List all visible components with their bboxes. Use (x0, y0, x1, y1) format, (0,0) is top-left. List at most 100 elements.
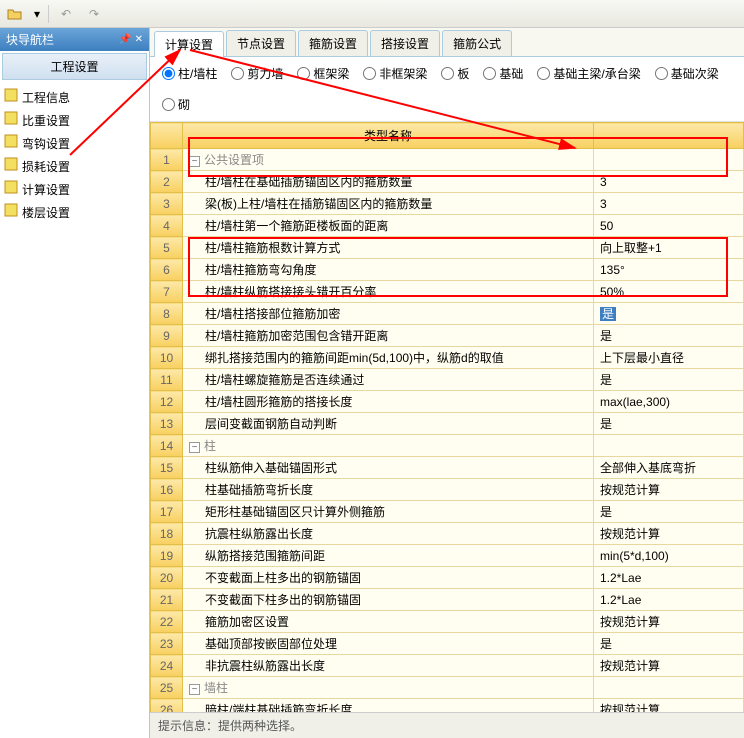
row-name[interactable]: 非抗震柱纵筋露出长度 (183, 655, 594, 677)
table-row[interactable]: 10绑扎搭接范围内的箍筋间距min(5d,100)中，纵筋d的取值上下层最小直径 (151, 347, 744, 369)
row-value[interactable]: 是 (594, 369, 744, 391)
row-name[interactable]: 柱基础插筋弯折长度 (183, 479, 594, 501)
sidebar-item-0[interactable]: 工程信息 (2, 86, 147, 109)
radio-input-5[interactable] (483, 67, 496, 80)
table-row[interactable]: 4柱/墙柱第一个箍筋距楼板面的距离50 (151, 215, 744, 237)
table-row[interactable]: 18抗震柱纵筋露出长度按规范计算 (151, 523, 744, 545)
table-row[interactable]: 9柱/墙柱箍筋加密范围包含错开距离是 (151, 325, 744, 347)
row-name[interactable]: 柱/墙柱圆形箍筋的搭接长度 (183, 391, 594, 413)
pin-icon[interactable]: 📌 ✕ (119, 34, 143, 45)
row-value[interactable]: 按规范计算 (594, 479, 744, 501)
radio-0[interactable]: 柱/墙柱 (162, 65, 217, 82)
table-row[interactable]: 16柱基础插筋弯折长度按规范计算 (151, 479, 744, 501)
row-name[interactable]: 柱/墙柱在基础插筋锚固区内的箍筋数量 (183, 171, 594, 193)
radio-8[interactable]: 砌 (162, 96, 190, 113)
table-row[interactable]: 23基础顶部按嵌固部位处理是 (151, 633, 744, 655)
table-row[interactable]: 7柱/墙柱纵筋搭接接头错开百分率50% (151, 281, 744, 303)
redo-icon[interactable]: ↷ (83, 3, 105, 25)
row-value[interactable]: 3 (594, 193, 744, 215)
table-row[interactable]: 13层间变截面钢筋自动判断是 (151, 413, 744, 435)
row-name[interactable]: 抗震柱纵筋露出长度 (183, 523, 594, 545)
row-value[interactable] (594, 677, 744, 699)
collapse-icon[interactable]: − (189, 156, 200, 167)
table-row[interactable]: 8柱/墙柱搭接部位箍筋加密是 (151, 303, 744, 325)
row-value[interactable]: 是 (594, 501, 744, 523)
table-row[interactable]: 14−柱 (151, 435, 744, 457)
radio-input-3[interactable] (363, 67, 376, 80)
row-name[interactable]: 柱/墙柱箍筋根数计算方式 (183, 237, 594, 259)
row-value[interactable]: 按规范计算 (594, 699, 744, 713)
row-name[interactable]: −柱 (183, 435, 594, 457)
radio-7[interactable]: 基础次梁 (655, 65, 719, 82)
table-row[interactable]: 15柱纵筋伸入基础锚固形式全部伸入基底弯折 (151, 457, 744, 479)
row-name[interactable]: 纵筋搭接范围箍筋间距 (183, 545, 594, 567)
row-name[interactable]: 柱纵筋伸入基础锚固形式 (183, 457, 594, 479)
row-name[interactable]: 不变截面下柱多出的钢筋锚固 (183, 589, 594, 611)
row-name[interactable]: −公共设置项 (183, 149, 594, 171)
tab-0[interactable]: 计算设置 (154, 31, 224, 57)
table-row[interactable]: 24非抗震柱纵筋露出长度按规范计算 (151, 655, 744, 677)
sidebar-item-1[interactable]: 比重设置 (2, 109, 147, 132)
row-value[interactable]: 按规范计算 (594, 523, 744, 545)
row-name[interactable]: 基础顶部按嵌固部位处理 (183, 633, 594, 655)
row-value[interactable]: 全部伸入基底弯折 (594, 457, 744, 479)
row-name[interactable]: −墙柱 (183, 677, 594, 699)
row-value[interactable]: 按规范计算 (594, 655, 744, 677)
row-value[interactable]: 50 (594, 215, 744, 237)
radio-input-7[interactable] (655, 67, 668, 80)
table-row[interactable]: 11柱/墙柱螺旋箍筋是否连续通过是 (151, 369, 744, 391)
row-name[interactable]: 不变截面上柱多出的钢筋锚固 (183, 567, 594, 589)
table-row[interactable]: 2柱/墙柱在基础插筋锚固区内的箍筋数量3 (151, 171, 744, 193)
table-row[interactable]: 22箍筋加密区设置按规范计算 (151, 611, 744, 633)
radio-4[interactable]: 板 (441, 65, 469, 82)
sidebar-item-5[interactable]: 楼层设置 (2, 201, 147, 224)
row-name[interactable]: 柱/墙柱螺旋箍筋是否连续通过 (183, 369, 594, 391)
row-name[interactable]: 柱/墙柱箍筋弯勾角度 (183, 259, 594, 281)
row-value[interactable]: 50% (594, 281, 744, 303)
row-value[interactable]: min(5*d,100) (594, 545, 744, 567)
radio-2[interactable]: 框架梁 (297, 65, 349, 82)
row-name[interactable]: 梁(板)上柱/墙柱在插筋锚固区内的箍筋数量 (183, 193, 594, 215)
table-row[interactable]: 25−墙柱 (151, 677, 744, 699)
table-row[interactable]: 17矩形柱基础锚固区只计算外侧箍筋是 (151, 501, 744, 523)
radio-3[interactable]: 非框架梁 (363, 65, 427, 82)
table-row[interactable]: 3梁(板)上柱/墙柱在插筋锚固区内的箍筋数量3 (151, 193, 744, 215)
row-value[interactable]: 是 (594, 633, 744, 655)
radio-6[interactable]: 基础主梁/承台梁 (537, 65, 640, 82)
tab-3[interactable]: 搭接设置 (370, 30, 440, 56)
row-value[interactable]: 3 (594, 171, 744, 193)
collapse-icon[interactable]: − (189, 442, 200, 453)
table-row[interactable]: 20不变截面上柱多出的钢筋锚固1.2*Lae (151, 567, 744, 589)
table-row[interactable]: 26暗柱/端柱基础插筋弯折长度按规范计算 (151, 699, 744, 713)
tab-4[interactable]: 箍筋公式 (442, 30, 512, 56)
radio-5[interactable]: 基础 (483, 65, 523, 82)
row-name[interactable]: 柱/墙柱箍筋加密范围包含错开距离 (183, 325, 594, 347)
row-name[interactable]: 柱/墙柱第一个箍筋距楼板面的距离 (183, 215, 594, 237)
row-value[interactable]: 是 (594, 413, 744, 435)
row-value[interactable]: max(lae,300) (594, 391, 744, 413)
tab-2[interactable]: 箍筋设置 (298, 30, 368, 56)
radio-input-4[interactable] (441, 67, 454, 80)
row-name[interactable]: 层间变截面钢筋自动判断 (183, 413, 594, 435)
row-value[interactable]: 按规范计算 (594, 611, 744, 633)
row-value[interactable] (594, 149, 744, 171)
table-row[interactable]: 5柱/墙柱箍筋根数计算方式向上取整+1 (151, 237, 744, 259)
radio-input-2[interactable] (297, 67, 310, 80)
row-name[interactable]: 柱/墙柱搭接部位箍筋加密 (183, 303, 594, 325)
tab-1[interactable]: 节点设置 (226, 30, 296, 56)
table-row[interactable]: 1−公共设置项 (151, 149, 744, 171)
radio-input-1[interactable] (231, 67, 244, 80)
row-name[interactable]: 暗柱/端柱基础插筋弯折长度 (183, 699, 594, 713)
row-value[interactable]: 向上取整+1 (594, 237, 744, 259)
radio-input-8[interactable] (162, 98, 175, 111)
sidebar-item-2[interactable]: 弯钩设置 (2, 132, 147, 155)
dropdown-icon[interactable]: ▾ (32, 3, 42, 25)
row-value[interactable]: 是 (594, 325, 744, 347)
sidebar-subtitle[interactable]: 工程设置 (2, 53, 147, 80)
table-row[interactable]: 21不变截面下柱多出的钢筋锚固1.2*Lae (151, 589, 744, 611)
radio-1[interactable]: 剪力墙 (231, 65, 283, 82)
row-name[interactable]: 柱/墙柱纵筋搭接接头错开百分率 (183, 281, 594, 303)
table-row[interactable]: 19纵筋搭接范围箍筋间距min(5*d,100) (151, 545, 744, 567)
radio-input-0[interactable] (162, 67, 175, 80)
row-value[interactable]: 1.2*Lae (594, 589, 744, 611)
